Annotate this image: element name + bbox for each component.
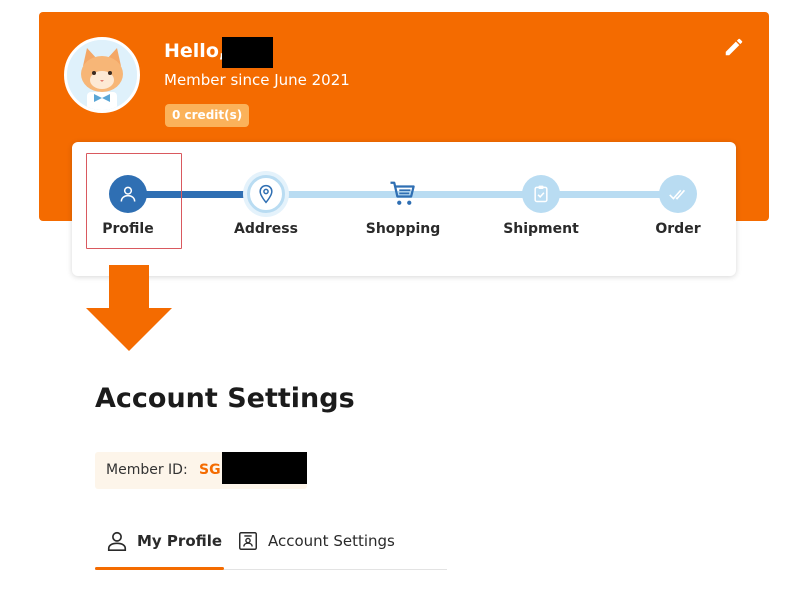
id-card-icon (237, 530, 259, 552)
step-address-circle[interactable] (247, 175, 285, 213)
arrow-down-icon (86, 265, 172, 351)
step-order-label: Order (655, 221, 701, 237)
tab-my-profile[interactable]: My Profile (106, 528, 222, 554)
tab-my-profile-label: My Profile (137, 532, 223, 550)
shopping-cart-icon (390, 181, 415, 205)
cat-avatar-icon (67, 40, 137, 110)
step-address-label: Address (234, 221, 298, 237)
redacted-username (222, 37, 273, 68)
step-shopping-circle[interactable] (384, 175, 422, 213)
double-check-icon (669, 189, 686, 200)
member-since-text: Member since June 2021 (164, 71, 350, 89)
step-shipment-circle[interactable] (522, 175, 560, 213)
step-order-circle[interactable] (659, 175, 697, 213)
profile-step-highlight (86, 153, 182, 249)
stepper-track-pending (266, 191, 678, 198)
avatar (64, 37, 140, 113)
page-title: Account Settings (95, 383, 355, 414)
credits-badge: 0 credit(s) (165, 104, 250, 127)
member-id-prefix: SG (199, 462, 221, 478)
tab-active-indicator (95, 567, 224, 570)
member-id-label: Member ID: (106, 462, 188, 478)
step-shopping-label: Shopping (365, 221, 441, 237)
tab-account-settings-label: Account Settings (268, 532, 395, 550)
clipboard-check-icon (534, 185, 548, 203)
step-shipment-label: Shipment (503, 221, 579, 237)
location-pin-icon (259, 184, 273, 204)
user-outline-icon (106, 530, 128, 552)
redacted-member-id (222, 452, 307, 484)
tab-account-settings[interactable]: Account Settings (237, 528, 395, 554)
greeting-text: Hello, (164, 40, 227, 62)
pencil-edit-icon[interactable] (723, 36, 745, 58)
